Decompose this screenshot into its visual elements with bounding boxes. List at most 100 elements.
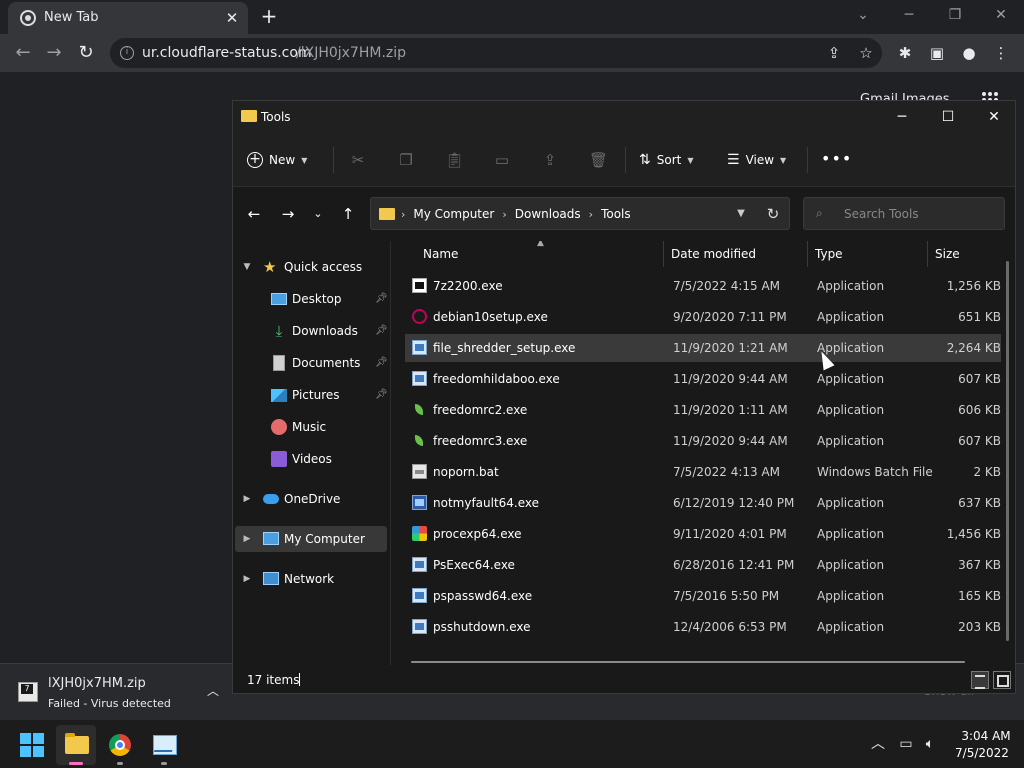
file-row[interactable]: freedomhildaboo.exe 11/9/2020 9:44 AM Ap… [405,365,1001,393]
breadcrumb-downloads[interactable]: Downloads [515,207,581,221]
nav-item-quick-access[interactable]: ▼ ★ Quick access [235,254,387,280]
chevron-right-icon[interactable]: ▶ [241,534,253,544]
horizontal-scrollbar[interactable] [411,661,965,663]
cut-icon[interactable]: ✂ [349,151,367,169]
breadcrumb-tools[interactable]: Tools [601,207,631,221]
nav-item-videos[interactable]: Videos [235,446,387,472]
up-icon[interactable]: ↑ [337,203,359,225]
pane-divider[interactable] [390,241,391,665]
delete-icon[interactable]: 🗑︎ [589,151,608,169]
taskbar-chrome[interactable] [100,725,140,765]
chevron-right-icon[interactable]: ▶ [241,494,253,504]
file-row[interactable]: psshutdown.exe 12/4/2006 6:53 PM Applica… [405,613,1001,641]
download-item[interactable]: lXJH0jx7HM.zip Failed - Virus detected ︿ [0,664,236,720]
nav-item-onedrive[interactable]: ▶ OneDrive [235,486,387,512]
chevron-right-icon[interactable]: › [502,208,506,221]
forward-icon[interactable]: → [41,40,67,66]
file-date: 11/9/2020 1:11 AM [673,403,788,417]
view-button[interactable]: ☰ View ▼ [727,147,786,173]
search-input[interactable]: ⌕ Search Tools [803,197,1005,230]
explorer-address-bar[interactable]: › My Computer › Downloads › Tools ▼ ↻ [370,197,790,230]
side-panel-icon[interactable]: ▣ [926,42,948,64]
start-button[interactable] [12,725,52,765]
resource-monitor-icon [153,735,177,755]
more-options-icon[interactable]: ••• [821,147,851,173]
column-date-modified[interactable]: Date modified [671,247,756,261]
nav-item-downloads[interactable]: ⤓ Downloads 📌︎ [235,318,388,344]
breadcrumb-my-computer[interactable]: My Computer [413,207,494,221]
close-window-icon[interactable]: ✕ [988,4,1014,26]
minimize-icon[interactable]: ─ [896,4,922,26]
column-name[interactable]: Name [423,247,458,261]
network-icon[interactable]: ▭ [896,734,916,754]
file-row[interactable]: pspasswd64.exe 7/5/2016 5:50 PM Applicat… [405,582,1001,610]
divider [299,673,300,686]
new-tab-button[interactable]: + [258,5,280,27]
extensions-puzzle-icon[interactable]: ✱ [894,42,916,64]
chevron-down-icon[interactable]: ▼ [241,262,253,272]
back-icon[interactable]: ← [243,203,265,225]
file-row[interactable]: debian10setup.exe 9/20/2020 7:11 PM Appl… [405,303,1001,331]
back-icon[interactable]: ← [10,40,36,66]
reload-icon[interactable]: ↻ [73,40,99,66]
restore-icon[interactable]: ❐ [942,4,968,26]
nav-item-network[interactable]: ▶ Network [235,566,387,592]
chevron-up-icon[interactable]: ︿ [204,682,222,700]
vertical-scrollbar[interactable] [1006,261,1009,641]
copy-icon[interactable]: ❐ [397,151,415,169]
refresh-icon[interactable]: ↻ [763,204,783,224]
rename-icon[interactable]: ▭ [493,151,511,169]
taskbar-file-explorer[interactable] [56,725,96,765]
file-row[interactable]: notmyfault64.exe 6/12/2019 12:40 PM Appl… [405,489,1001,517]
tiles-view-icon[interactable] [993,671,1011,689]
close-icon[interactable]: ✕ [979,105,1009,129]
clock-date[interactable]: 7/5/2022 [950,746,1014,760]
tab-close-icon[interactable]: ✕ [222,8,242,28]
chevron-right-icon[interactable]: ▶ [241,574,253,584]
bookmark-star-icon[interactable]: ☆ [856,43,876,63]
forward-icon[interactable]: → [277,203,299,225]
clock-time[interactable]: 3:04 AM [958,729,1014,743]
share-icon[interactable]: ⇪ [824,43,844,63]
tab-search-icon[interactable]: ⌄ [850,4,876,26]
file-row[interactable]: procexp64.exe 9/11/2020 4:01 PM Applicat… [405,520,1001,548]
new-label: New [269,153,296,167]
profile-avatar-icon[interactable]: ● [958,42,980,64]
nav-item-desktop[interactable]: Desktop 📌︎ [235,286,388,312]
nav-item-documents[interactable]: Documents 📌︎ [235,350,388,376]
maximize-icon[interactable]: ☐ [933,105,963,129]
details-view-icon[interactable] [971,671,989,689]
address-bar[interactable]: i ur.cloudflare-status.com /lXJH0jx7HM.z… [110,38,882,68]
menu-kebab-icon[interactable]: ⋮ [990,42,1012,64]
file-row[interactable]: noporn.bat 7/5/2022 4:13 AM Windows Batc… [405,458,1001,486]
taskbar-resource-monitor[interactable] [144,725,184,765]
column-divider[interactable] [807,241,808,267]
chevron-right-icon[interactable]: › [589,208,593,221]
tab-new-tab[interactable]: New Tab ✕ [8,2,248,34]
column-header: ▲ Name Date modified Type Size [403,241,1001,267]
file-type: Application [817,496,885,510]
file-row[interactable]: PsExec64.exe 6/28/2016 12:41 PM Applicat… [405,551,1001,579]
share-icon[interactable]: ⇪ [541,151,559,169]
explorer-titlebar[interactable]: Tools ─ ☐ ✕ [233,101,1015,133]
column-type[interactable]: Type [815,247,843,261]
file-row[interactable]: file_shredder_setup.exe 11/9/2020 1:21 A… [405,334,1001,362]
file-row[interactable]: freedomrc3.exe 11/9/2020 9:44 AM Applica… [405,427,1001,455]
tray-overflow-chevron-icon[interactable]: ︿ [868,734,888,754]
volume-icon[interactable]: 🔈︎ [920,734,940,754]
minimize-icon[interactable]: ─ [887,105,917,129]
nav-item-pictures[interactable]: Pictures 📌︎ [235,382,388,408]
nav-item-music[interactable]: Music [235,414,387,440]
paste-icon[interactable]: 📋︎ [445,151,464,169]
nav-item-my-computer[interactable]: ▶ My Computer [235,526,387,552]
recent-locations-chevron-icon[interactable]: ⌄ [307,203,329,225]
file-row[interactable]: freedomrc2.exe 11/9/2020 1:11 AM Applica… [405,396,1001,424]
chevron-down-icon[interactable]: ▼ [733,206,749,222]
sort-button[interactable]: ⇅ Sort ▼ [639,147,694,173]
column-divider[interactable] [927,241,928,267]
site-info-icon[interactable]: i [120,46,134,60]
new-button[interactable]: + New ▼ [247,147,307,173]
file-row[interactable]: 7z2200.exe 7/5/2022 4:15 AM Application … [405,272,1001,300]
column-size[interactable]: Size [935,247,960,261]
column-divider[interactable] [663,241,664,267]
